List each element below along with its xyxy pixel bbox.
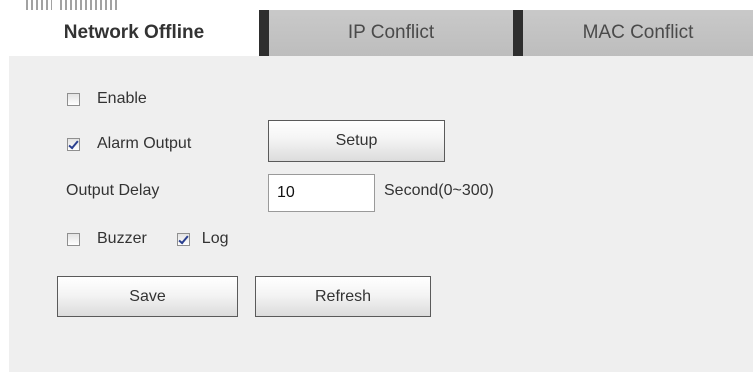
alarm-settings-page: Network Offline IP Conflict MAC Conflict… bbox=[0, 0, 753, 372]
refresh-button-label: Refresh bbox=[314, 287, 372, 305]
buzzer-log-row: Buzzer Log bbox=[67, 230, 229, 248]
save-button-label: Save bbox=[129, 287, 166, 305]
settings-panel: Enable Alarm Output Setup Output Delay S… bbox=[9, 56, 753, 372]
log-checkbox[interactable] bbox=[176, 232, 190, 246]
enable-checkbox[interactable] bbox=[67, 92, 80, 106]
clipped-text-fragment bbox=[60, 0, 120, 10]
output-delay-input[interactable] bbox=[268, 174, 375, 212]
enable-row: Enable bbox=[67, 90, 147, 108]
tab-network-offline[interactable]: Network Offline bbox=[9, 10, 259, 56]
setup-button[interactable]: Setup bbox=[268, 120, 445, 162]
buzzer-label: Buzzer bbox=[97, 230, 147, 247]
clipped-text-fragment bbox=[26, 0, 52, 10]
clipped-header-fragment bbox=[0, 0, 753, 10]
output-delay-row: Output Delay bbox=[66, 182, 159, 200]
output-delay-label: Output Delay bbox=[66, 182, 160, 199]
setup-button-label: Setup bbox=[335, 132, 378, 149]
output-delay-unit: Second(0~300) bbox=[384, 182, 494, 199]
alarm-output-label: Alarm Output bbox=[97, 135, 192, 152]
output-delay-unit-row: Second(0~300) bbox=[384, 182, 494, 200]
tab-label: IP Conflict bbox=[347, 22, 435, 43]
alarm-output-checkbox[interactable] bbox=[67, 137, 80, 151]
tab-label: Network Offline bbox=[63, 22, 205, 43]
enable-label: Enable bbox=[97, 90, 147, 107]
refresh-button[interactable]: Refresh bbox=[255, 276, 431, 317]
buzzer-checkbox[interactable] bbox=[67, 232, 80, 246]
tab-label: MAC Conflict bbox=[582, 22, 694, 43]
alarm-output-row: Alarm Output bbox=[67, 135, 191, 153]
tab-ip-conflict[interactable]: IP Conflict bbox=[259, 10, 513, 56]
save-button[interactable]: Save bbox=[57, 276, 238, 317]
tab-bar: Network Offline IP Conflict MAC Conflict bbox=[9, 10, 753, 56]
tab-mac-conflict[interactable]: MAC Conflict bbox=[513, 10, 753, 56]
log-label: Log bbox=[201, 230, 229, 247]
